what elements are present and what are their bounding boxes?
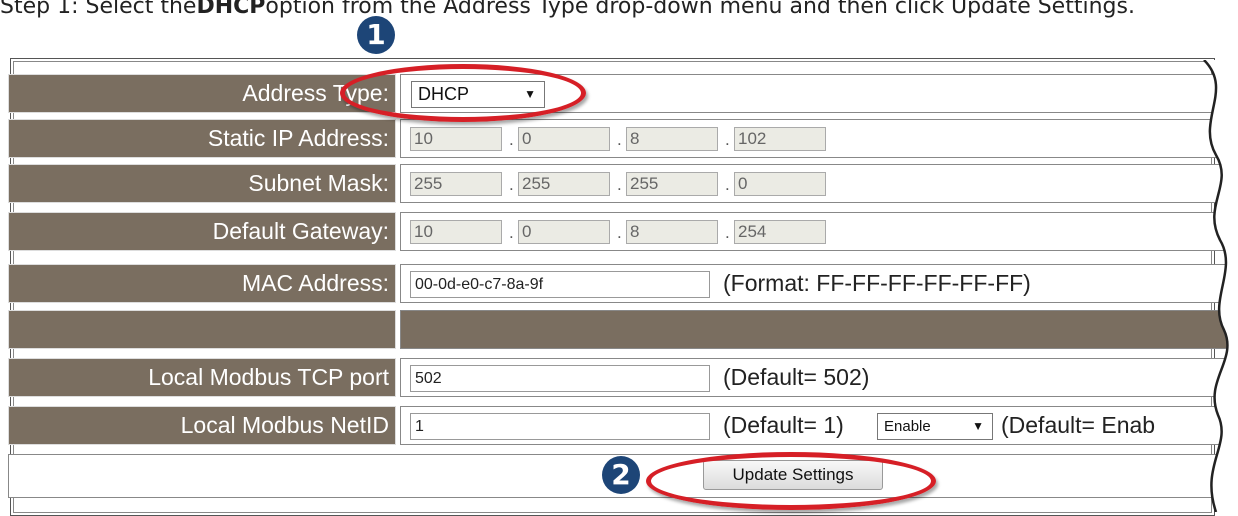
mac-format-hint: (Format: FF-FF-FF-FF-FF-FF) xyxy=(723,270,1031,296)
modbus-port-label: Local Modbus TCP port xyxy=(8,358,396,397)
subnet-mask-label: Subnet Mask: xyxy=(8,164,396,203)
default-gateway-label: Default Gateway: xyxy=(8,212,396,251)
static-ip-cell: 10 . 0 . 8 . 102 xyxy=(400,119,1238,158)
modbus-port-hint: (Default= 502) xyxy=(723,364,870,390)
mac-address-cell: 00-0d-e0-c7-8a-9f (Format: FF-FF-FF-FF-F… xyxy=(400,264,1238,303)
static-ip-octet-3[interactable]: 8 xyxy=(626,127,718,151)
mac-address-label: MAC Address: xyxy=(8,264,396,303)
row-subnet-mask: Subnet Mask: 255 . 255 . 255 . 0 xyxy=(8,162,1238,205)
separator-label-cell xyxy=(8,310,396,349)
torn-edge-decoration xyxy=(1203,60,1238,512)
octet-separator: . xyxy=(617,130,622,149)
chevron-down-icon: ▼ xyxy=(972,419,984,433)
static-ip-octet-1[interactable]: 10 xyxy=(410,127,502,151)
subnet-octet-2[interactable]: 255 xyxy=(518,172,610,196)
subnet-octet-4[interactable]: 0 xyxy=(734,172,826,196)
subnet-octet-1[interactable]: 255 xyxy=(410,172,502,196)
gateway-octet-3[interactable]: 8 xyxy=(626,220,718,244)
address-type-label: Address Type: xyxy=(8,74,396,113)
row-modbus-netid: Local Modbus NetID 1 (Default= 1) Enable… xyxy=(8,404,1238,447)
octet-separator: . xyxy=(509,130,514,149)
modbus-netid-cell: 1 (Default= 1) Enable ▼ (Default= Enab xyxy=(400,406,1238,445)
octet-separator: . xyxy=(617,175,622,194)
gateway-octet-2[interactable]: 0 xyxy=(518,220,610,244)
update-button-highlight xyxy=(646,452,936,510)
row-static-ip: Static IP Address: 10 . 0 . 8 . 102 xyxy=(8,117,1238,160)
step-marker-1: 1 xyxy=(357,16,395,54)
row-separator xyxy=(8,308,1238,351)
subnet-mask-cell: 255 . 255 . 255 . 0 xyxy=(400,164,1238,203)
static-ip-octet-4[interactable]: 102 xyxy=(734,127,826,151)
caption-prefix: Step 1: Select the xyxy=(0,0,197,18)
modbus-netid-label: Local Modbus NetID xyxy=(8,406,396,445)
octet-separator: . xyxy=(725,175,730,194)
cropped-caption: Step 1: Select the DHCP option from the … xyxy=(0,0,1238,18)
default-gateway-cell: 10 . 0 . 8 . 254 xyxy=(400,212,1238,251)
address-type-highlight xyxy=(340,64,586,122)
step-marker-2: 2 xyxy=(602,456,640,494)
modbus-netid-hint: (Default= 1) xyxy=(723,412,844,438)
octet-separator: . xyxy=(509,223,514,242)
row-modbus-port: Local Modbus TCP port 502 (Default= 502) xyxy=(8,356,1238,399)
modbus-netid-input[interactable]: 1 xyxy=(410,413,710,440)
octet-separator: . xyxy=(725,223,730,242)
netid-enable-hint: (Default= Enab xyxy=(1001,412,1156,438)
row-mac-address: MAC Address: 00-0d-e0-c7-8a-9f (Format: … xyxy=(8,262,1238,305)
netid-enable-select[interactable]: Enable ▼ xyxy=(877,413,993,440)
netid-enable-value: Enable xyxy=(884,418,931,435)
gateway-octet-4[interactable]: 254 xyxy=(734,220,826,244)
separator-value-cell xyxy=(400,310,1238,349)
subnet-octet-3[interactable]: 255 xyxy=(626,172,718,196)
static-ip-label: Static IP Address: xyxy=(8,119,396,158)
octet-separator: . xyxy=(509,175,514,194)
modbus-port-input[interactable]: 502 xyxy=(410,365,710,392)
row-address-type: Address Type: DHCP ▼ xyxy=(8,72,1238,115)
gateway-octet-1[interactable]: 10 xyxy=(410,220,502,244)
octet-separator: . xyxy=(725,130,730,149)
mac-address-input[interactable]: 00-0d-e0-c7-8a-9f xyxy=(410,271,710,298)
caption-bold: DHCP xyxy=(196,0,266,18)
static-ip-octet-2[interactable]: 0 xyxy=(518,127,610,151)
caption-suffix: option from the Address Type drop-down m… xyxy=(265,0,1135,18)
row-default-gateway: Default Gateway: 10 . 0 . 8 . 254 xyxy=(8,210,1238,253)
modbus-port-cell: 502 (Default= 502) xyxy=(400,358,1238,397)
octet-separator: . xyxy=(617,223,622,242)
